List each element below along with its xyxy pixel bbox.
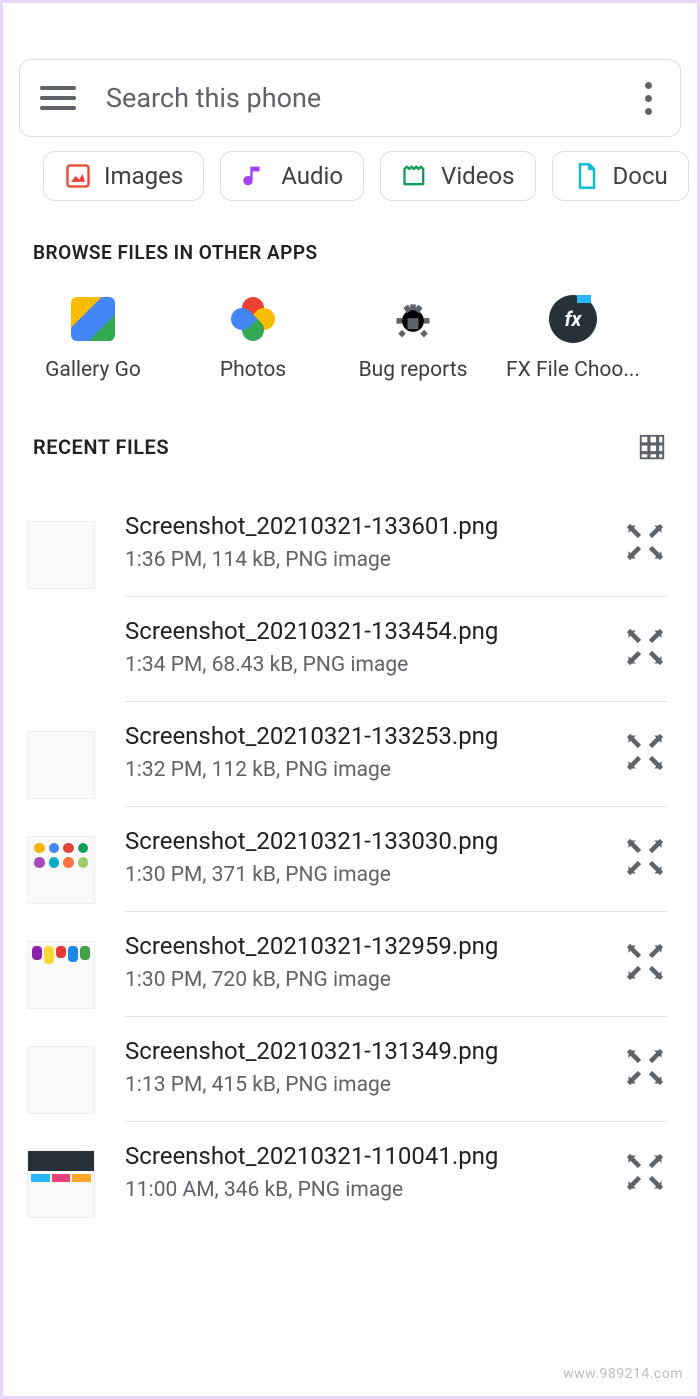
more-options-icon[interactable] (636, 82, 660, 115)
app-bug-reports[interactable]: Bug reports (333, 294, 493, 382)
file-row[interactable]: Screenshot_20210321-133601.png 1:36 PM, … (3, 492, 697, 597)
grid-view-icon[interactable] (637, 432, 667, 462)
file-row[interactable]: Screenshot_20210321-132959.png 1:30 PM, … (3, 912, 697, 1017)
fx-icon: fx (548, 294, 598, 344)
file-row[interactable]: Screenshot_20210321-131349.png 1:13 PM, … (3, 1017, 697, 1122)
app-label: Bug reports (359, 358, 468, 382)
apps-row[interactable]: Gallery Go Photos Bug reports fx FX File… (3, 264, 697, 382)
file-name: Screenshot_20210321-133030.png (125, 827, 603, 855)
file-row[interactable]: Screenshot_20210321-110041.png 11:00 AM,… (3, 1122, 697, 1226)
chip-label: Videos (441, 162, 514, 190)
file-thumbnail (27, 521, 95, 589)
fullscreen-icon[interactable] (623, 520, 667, 564)
photos-icon (228, 294, 278, 344)
app-label: FX File Choo... (506, 358, 640, 382)
fullscreen-icon[interactable] (623, 730, 667, 774)
file-thumbnail (27, 941, 95, 1009)
files-list: Screenshot_20210321-133601.png 1:36 PM, … (3, 462, 697, 1226)
document-icon (573, 162, 601, 190)
fullscreen-icon[interactable] (623, 1150, 667, 1194)
file-name: Screenshot_20210321-133454.png (125, 617, 603, 645)
fullscreen-icon[interactable] (623, 835, 667, 879)
recent-files-header: RECENT FILES (3, 382, 697, 462)
file-meta: 1:32 PM, 112 kB, PNG image (125, 758, 603, 782)
file-meta: 1:30 PM, 371 kB, PNG image (125, 863, 603, 887)
file-name: Screenshot_20210321-133253.png (125, 722, 603, 750)
menu-icon[interactable] (40, 86, 76, 110)
file-name: Screenshot_20210321-110041.png (125, 1142, 603, 1170)
chip-label: Docu (613, 162, 668, 190)
file-row[interactable]: Screenshot_20210321-133454.png 1:34 PM, … (3, 597, 697, 702)
chip-label: Audio (281, 162, 343, 190)
file-meta: 1:13 PM, 415 kB, PNG image (125, 1073, 603, 1097)
file-thumbnail (27, 1150, 95, 1218)
app-label: Gallery Go (45, 358, 141, 382)
image-icon (64, 162, 92, 190)
file-meta: 1:34 PM, 68.43 kB, PNG image (125, 653, 603, 677)
file-meta: 11:00 AM, 346 kB, PNG image (125, 1178, 603, 1202)
chip-documents[interactable]: Docu (552, 151, 689, 201)
bug-icon (388, 294, 438, 344)
chip-videos[interactable]: Videos (380, 151, 535, 201)
video-icon (401, 162, 429, 190)
file-thumbnail (27, 731, 95, 799)
file-meta: 1:30 PM, 720 kB, PNG image (125, 968, 603, 992)
file-row[interactable]: Screenshot_20210321-133030.png 1:30 PM, … (3, 807, 697, 912)
file-row[interactable]: Screenshot_20210321-133253.png 1:32 PM, … (3, 702, 697, 807)
fullscreen-icon[interactable] (623, 1045, 667, 1089)
file-name: Screenshot_20210321-131349.png (125, 1037, 603, 1065)
file-name: Screenshot_20210321-133601.png (125, 512, 603, 540)
file-name: Screenshot_20210321-132959.png (125, 932, 603, 960)
chip-audio[interactable]: Audio (220, 151, 364, 201)
audio-icon (241, 162, 269, 190)
filter-chip-row: Images Audio Videos Docu (3, 137, 697, 201)
watermark: www.989214.com (563, 1366, 683, 1382)
app-fx-file-chooser[interactable]: fx FX File Choo... (493, 294, 653, 382)
app-photos[interactable]: Photos (173, 294, 333, 382)
chip-label: Images (104, 162, 183, 190)
file-thumbnail (27, 626, 95, 694)
file-meta: 1:36 PM, 114 kB, PNG image (125, 548, 603, 572)
fullscreen-icon[interactable] (623, 625, 667, 669)
search-input-placeholder[interactable]: Search this phone (106, 82, 636, 114)
browse-section-title: BROWSE FILES IN OTHER APPS (3, 201, 697, 264)
gallery-go-icon (68, 294, 118, 344)
file-thumbnail (27, 1046, 95, 1114)
search-bar[interactable]: Search this phone (19, 59, 681, 137)
app-label: Photos (220, 358, 286, 382)
app-partial[interactable]: G (653, 294, 697, 382)
app-gallery-go[interactable]: Gallery Go (13, 294, 173, 382)
recent-files-title: RECENT FILES (33, 435, 169, 459)
chip-images[interactable]: Images (43, 151, 204, 201)
file-thumbnail (27, 836, 95, 904)
fullscreen-icon[interactable] (623, 940, 667, 984)
